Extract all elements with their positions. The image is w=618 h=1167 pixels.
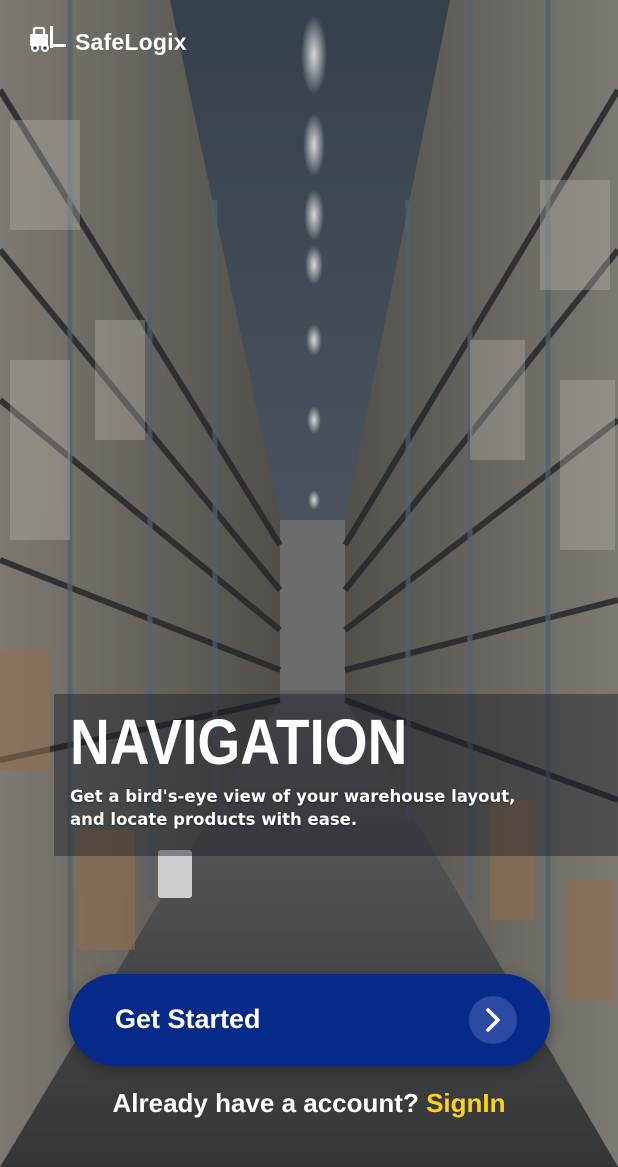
forklift-icon xyxy=(28,26,68,58)
brand-name: SafeLogix xyxy=(75,28,187,55)
get-started-label: Get Started xyxy=(115,1004,261,1034)
brand-logo: SafeLogix xyxy=(28,26,187,58)
chevron-right-icon xyxy=(469,996,517,1044)
signin-link[interactable]: SignIn xyxy=(426,1088,505,1118)
get-started-button[interactable]: Get Started xyxy=(69,974,550,1066)
signin-prompt: Already have a account? xyxy=(112,1088,419,1118)
page-title: NAVIGATION xyxy=(70,706,408,778)
page-subtitle: Get a bird's-eye view of your warehouse … xyxy=(70,787,516,829)
signin-row: Already have a account? SignIn xyxy=(0,1086,618,1120)
